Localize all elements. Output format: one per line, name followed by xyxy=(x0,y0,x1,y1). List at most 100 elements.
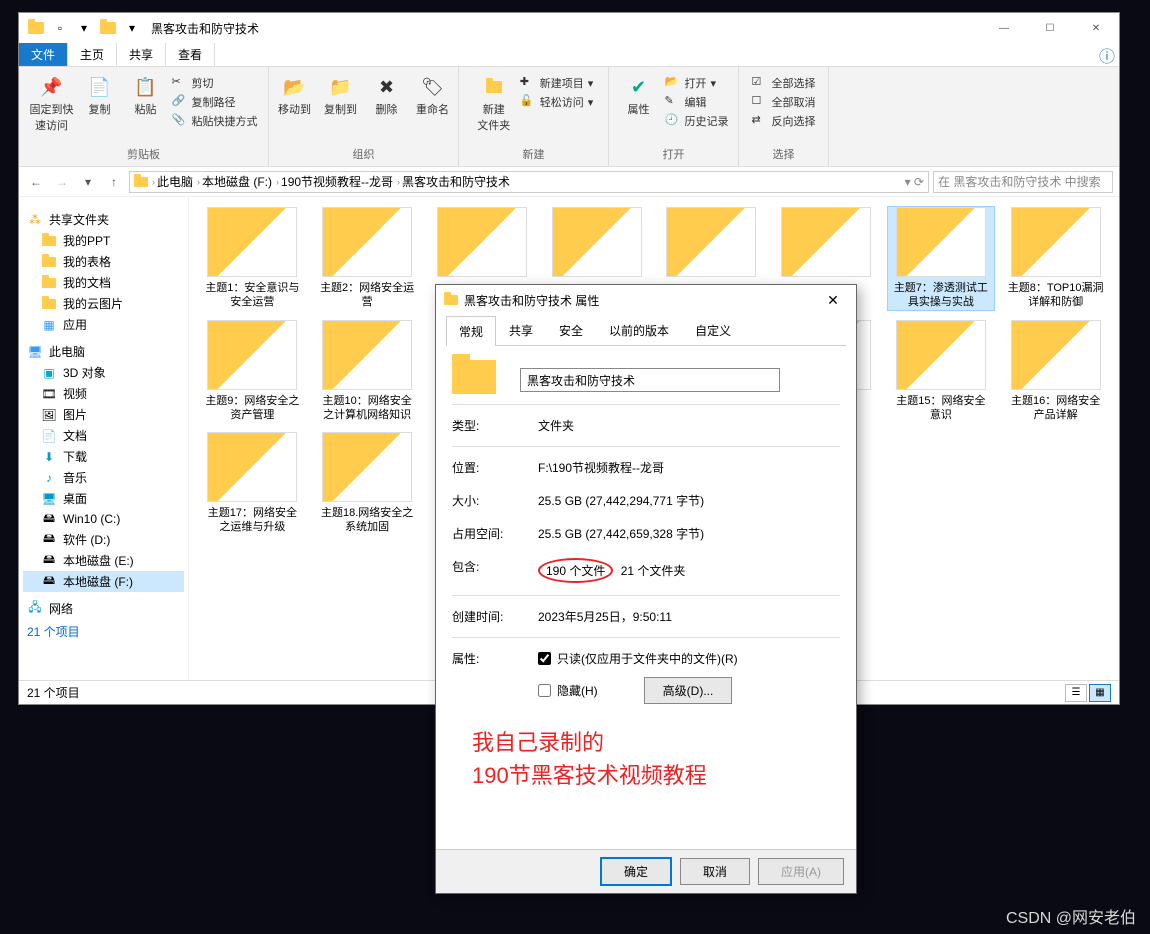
sidebar-item[interactable]: 我的云图片 xyxy=(23,293,184,314)
sidebar-shared[interactable]: ⁂共享文件夹 xyxy=(23,209,184,230)
sidebar-thispc[interactable]: 🖥此电脑 xyxy=(23,341,184,362)
folder-name-input[interactable] xyxy=(520,368,780,392)
properties-button[interactable]: ✔属性 xyxy=(619,75,659,117)
invert-select-button[interactable]: ⇄反向选择 xyxy=(752,113,816,129)
tab-previous[interactable]: 以前的版本 xyxy=(596,315,682,345)
qat-dropdown-icon[interactable]: ▾ xyxy=(121,17,143,39)
move-to-button[interactable]: 📂移动到 xyxy=(275,75,315,117)
rename-button[interactable]: 🏷重命名 xyxy=(413,75,453,117)
menu-share[interactable]: 共享 xyxy=(117,43,166,66)
sidebar-item-selected[interactable]: 🖴本地磁盘 (F:) xyxy=(23,571,184,592)
copy-path-button[interactable]: 🔗复制路径 xyxy=(172,94,236,110)
sidebar-item[interactable]: 🖴Win10 (C:) xyxy=(23,509,184,529)
delete-icon: ✖ xyxy=(375,75,399,99)
tab-general[interactable]: 常规 xyxy=(446,316,496,346)
sidebar-item[interactable]: ⬇下载 xyxy=(23,446,184,467)
edit-button[interactable]: ✎编辑 xyxy=(665,94,707,110)
folder-item[interactable]: 主题16：网络安全产品详解 xyxy=(1002,320,1109,423)
copy-to-button[interactable]: 📁复制到 xyxy=(321,75,361,117)
sidebar-network[interactable]: 🖧网络 xyxy=(23,598,184,619)
sidebar: ⁂共享文件夹 我的PPT 我的表格 我的文档 我的云图片 ▦应用 🖥此电脑 ▣3… xyxy=(19,197,189,680)
advanced-button[interactable]: 高级(D)... xyxy=(644,677,733,704)
dialog-close-button[interactable]: ✕ xyxy=(818,292,848,309)
minimize-button[interactable]: — xyxy=(981,13,1027,43)
view-icons-icon[interactable]: ▦ xyxy=(1089,684,1111,702)
forward-button[interactable]: → xyxy=(51,171,73,193)
folder-item[interactable]: 主题17：网络安全之运维与升级 xyxy=(199,432,306,535)
tab-custom[interactable]: 自定义 xyxy=(682,315,744,345)
sidebar-item[interactable]: 🖼图片 xyxy=(23,404,184,425)
folder-item[interactable]: 主题8：TOP10漏洞详解和防御 xyxy=(1002,207,1109,310)
folder-item-selected[interactable]: 主题7：渗透测试工具实操与实战 xyxy=(888,207,995,310)
help-icon[interactable]: ⓘ xyxy=(1095,43,1119,66)
readonly-checkbox[interactable]: 只读(仅应用于文件夹中的文件)(R) xyxy=(538,650,840,667)
window-title: 黑客攻击和防守技术 xyxy=(151,20,259,37)
ok-button[interactable]: 确定 xyxy=(600,857,672,886)
tab-security[interactable]: 安全 xyxy=(546,315,596,345)
up-button[interactable]: ↑ xyxy=(103,171,125,193)
paste-button[interactable]: 📋粘贴 xyxy=(126,75,166,117)
sidebar-count: 21 个项目 xyxy=(23,619,184,644)
copyto-icon: 📁 xyxy=(329,75,353,99)
breadcrumb[interactable]: ›此电脑 ›本地磁盘 (F:) ›190节视频教程--龙哥 ›黑客攻击和防守技术… xyxy=(129,171,929,193)
qat-icon[interactable]: ▫ xyxy=(49,17,71,39)
folder-icon xyxy=(25,17,47,39)
close-button[interactable]: ✕ xyxy=(1073,13,1119,43)
titlebar: ▫ ▾ ▾ 黑客攻击和防守技术 — ☐ ✕ xyxy=(19,13,1119,43)
menu-home[interactable]: 主页 xyxy=(68,43,117,66)
menu-file[interactable]: 文件 xyxy=(19,43,68,66)
cut-button[interactable]: ✂剪切 xyxy=(172,75,214,91)
folder-item[interactable]: 主题10：网络安全之计算机网络知识 xyxy=(314,320,421,423)
hidden-checkbox[interactable]: 隐藏(H) 高级(D)... xyxy=(538,677,840,704)
sidebar-item[interactable]: 🖴软件 (D:) xyxy=(23,529,184,550)
tab-share[interactable]: 共享 xyxy=(496,315,546,345)
paste-shortcut-button[interactable]: 📎粘贴快捷方式 xyxy=(172,113,258,129)
recent-button[interactable]: ▾ xyxy=(77,171,99,193)
sidebar-item[interactable]: ♪音乐 xyxy=(23,467,184,488)
dialog-body: 类型:文件夹 位置:F:\190节视频教程--龙哥 大小:25.5 GB (27… xyxy=(436,346,856,806)
open-button[interactable]: 📂打开 ▾ xyxy=(665,75,717,91)
created-label: 创建时间: xyxy=(452,608,522,625)
view-details-icon[interactable]: ☰ xyxy=(1065,684,1087,702)
rename-icon: 🏷 xyxy=(421,75,445,99)
video-icon: 🎞 xyxy=(41,386,57,402)
sidebar-item[interactable]: 📄文档 xyxy=(23,425,184,446)
maximize-button[interactable]: ☐ xyxy=(1027,13,1073,43)
sidebar-item[interactable]: 🖴本地磁盘 (E:) xyxy=(23,550,184,571)
folder-item[interactable]: 主题9：网络安全之资产管理 xyxy=(199,320,306,423)
history-button[interactable]: 🕘历史记录 xyxy=(665,113,729,129)
sidebar-item[interactable]: 我的文档 xyxy=(23,272,184,293)
new-folder-button[interactable]: 新建 文件夹 xyxy=(474,75,514,133)
easy-access-button[interactable]: 🔓轻松访问 ▾ xyxy=(520,94,594,110)
qat-icon[interactable]: ▾ xyxy=(73,17,95,39)
pin-button[interactable]: 📌固定到快 速访问 xyxy=(30,75,74,133)
sidebar-item[interactable]: 我的PPT xyxy=(23,230,184,251)
folder-item[interactable]: 主题15：网络安全意识 xyxy=(888,320,995,423)
folder-item[interactable]: 主题18.网络安全之系统加固 xyxy=(314,432,421,535)
network-icon: 🖧 xyxy=(27,601,43,617)
apply-button[interactable]: 应用(A) xyxy=(758,858,844,885)
folder-icon xyxy=(444,295,458,305)
properties-icon: ✔ xyxy=(627,75,651,99)
ribbon-group-label: 组织 xyxy=(353,146,375,162)
select-none-button[interactable]: ☐全部取消 xyxy=(752,94,816,110)
properties-dialog: 黑客攻击和防守技术 属性 ✕ 常规 共享 安全 以前的版本 自定义 类型:文件夹… xyxy=(435,284,857,894)
sidebar-item[interactable]: ▦应用 xyxy=(23,314,184,335)
folder-item[interactable]: 主题2：网络安全运营 xyxy=(314,207,421,310)
circled-files: 190 个文件 xyxy=(538,558,613,583)
sidebar-item[interactable]: 🎞视频 xyxy=(23,383,184,404)
delete-button[interactable]: ✖删除 xyxy=(367,75,407,117)
sidebar-item[interactable]: ▣3D 对象 xyxy=(23,362,184,383)
new-item-button[interactable]: ✚新建项目 ▾ xyxy=(520,75,594,91)
search-input[interactable]: 在 黑客攻击和防守技术 中搜索 xyxy=(933,171,1113,193)
sidebar-item[interactable]: 我的表格 xyxy=(23,251,184,272)
select-all-button[interactable]: ☑全部选择 xyxy=(752,75,816,91)
sidebar-item[interactable]: 🖥桌面 xyxy=(23,488,184,509)
ribbon-group-label: 新建 xyxy=(523,146,545,162)
menu-view[interactable]: 查看 xyxy=(166,43,215,66)
folder-icon xyxy=(41,254,57,270)
cancel-button[interactable]: 取消 xyxy=(680,858,750,885)
folder-item[interactable]: 主题1：安全意识与安全运营 xyxy=(199,207,306,310)
back-button[interactable]: ← xyxy=(25,171,47,193)
copy-button[interactable]: 📄复制 xyxy=(80,75,120,117)
